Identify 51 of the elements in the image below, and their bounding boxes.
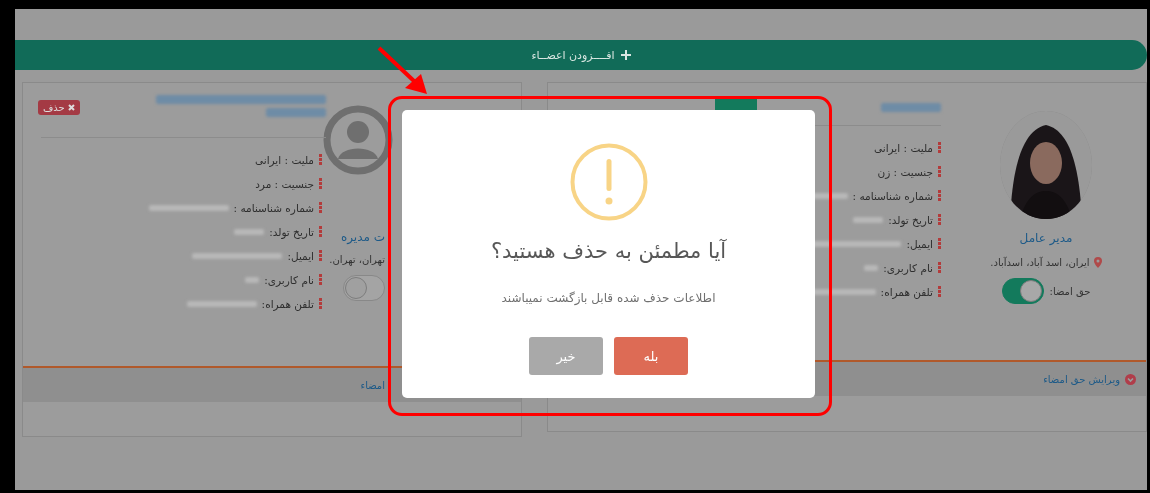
signature-toggle[interactable] (1001, 278, 1044, 304)
field-label: تاریخ تولد: (888, 213, 933, 226)
arrow-icon (377, 46, 429, 96)
field-label: تلفن همراه: (261, 297, 314, 310)
bullet-icon (319, 178, 322, 189)
bullet-icon (938, 166, 941, 177)
bullet-icon (319, 250, 322, 261)
field-label: نام کاربری: (264, 273, 314, 286)
bullet-icon (319, 202, 322, 213)
dialog-title: آیا مطمئن به حذف هستید؟ (490, 239, 727, 263)
field-label: جنسیت : زن (877, 165, 933, 178)
bullet-icon (319, 274, 322, 285)
member-location: تهران، تهران. (329, 254, 385, 265)
cancel-button[interactable]: خیر (529, 337, 603, 375)
add-members-button[interactable]: افــــزودن اعضــاء (15, 40, 1147, 70)
field-label: ملیت : ایرانی (873, 141, 933, 154)
field-label: شماره شناسنامه : (852, 189, 933, 202)
close-icon (67, 104, 75, 111)
location-pin-icon (1093, 257, 1102, 268)
bullet-icon (319, 226, 322, 237)
edit-signature-link[interactable]: ویرایش حق امضاء (1043, 373, 1120, 385)
field-label: تاریخ تولد: (269, 225, 314, 238)
bullet-icon (938, 142, 941, 153)
field-label: شماره شناسنامه : (233, 201, 314, 214)
chevron-down-icon (1125, 373, 1136, 385)
bullet-icon (938, 214, 941, 225)
bullet-icon (938, 190, 941, 201)
dialog-message: اطلاعات حذف شده قابل بازگشت نمیباشند (501, 291, 716, 305)
warning-icon (569, 143, 648, 221)
member-role: ت مدیره (340, 230, 385, 244)
edit-signature-link[interactable]: امضاء (360, 379, 385, 391)
field-label: جنسیت : مرد (255, 177, 314, 190)
field-label: ایمیل: (287, 249, 314, 262)
bullet-icon (319, 154, 322, 165)
member-role: مدیر عامل (1019, 231, 1073, 245)
confirm-button[interactable]: بله (614, 337, 688, 375)
blurred-name (881, 103, 941, 112)
bullet-icon (938, 238, 941, 249)
delete-button[interactable]: حذف (38, 100, 80, 115)
plus-icon (620, 50, 631, 60)
field-label: نام کاربری: (883, 261, 933, 274)
signature-toggle[interactable] (343, 275, 385, 301)
bullet-icon (938, 286, 941, 297)
field-label: ملیت : ایرانی (254, 153, 314, 166)
bullet-icon (319, 298, 322, 309)
field-label: ایمیل: (906, 237, 933, 250)
field-label: تلفن همراه: (880, 285, 933, 298)
user-avatar-icon (323, 105, 393, 175)
member-location: ایران، اسد آباد، اسدآباد. (990, 257, 1090, 268)
bullet-icon (938, 262, 941, 273)
signature-label: حق امضا: (1049, 285, 1091, 297)
